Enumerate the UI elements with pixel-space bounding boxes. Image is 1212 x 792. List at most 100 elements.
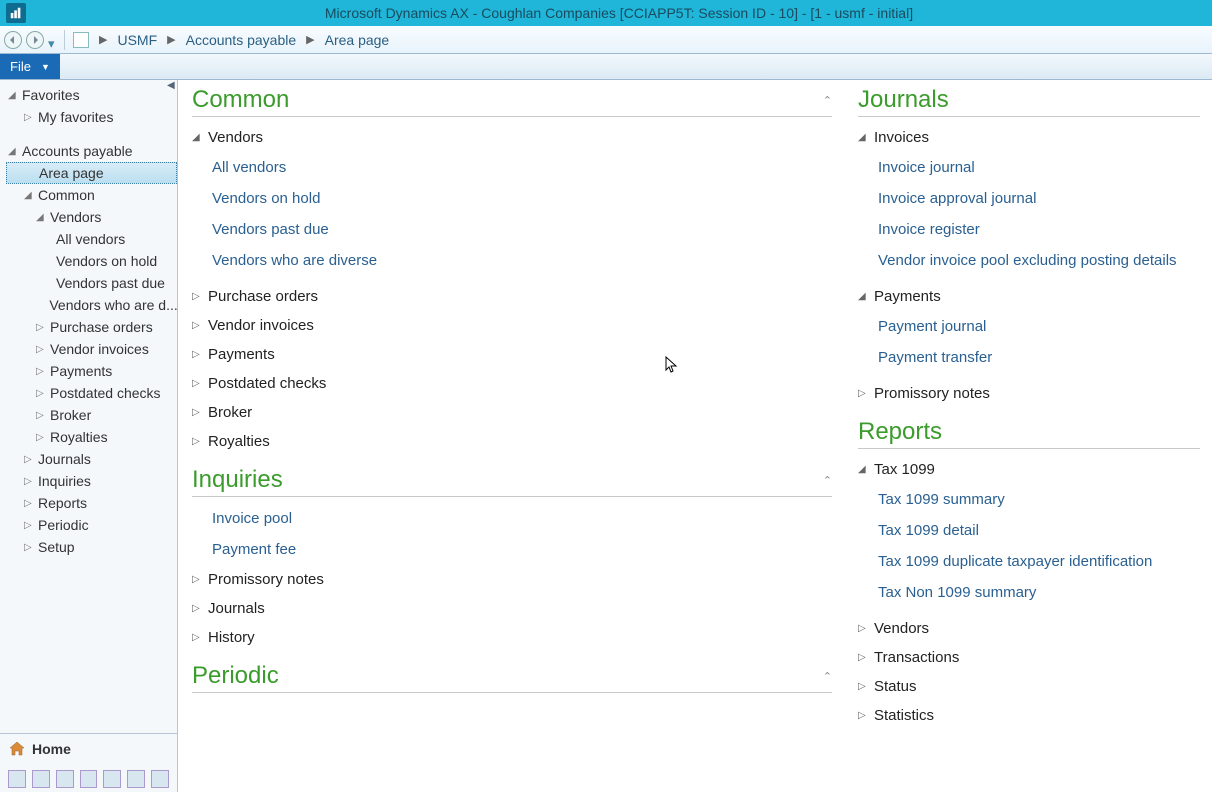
nav-back-button[interactable] bbox=[4, 31, 22, 49]
group-promissory-notes[interactable]: ▷Promissory notes bbox=[192, 565, 832, 594]
module-icon[interactable] bbox=[127, 770, 145, 788]
tree-vendors-on-hold[interactable]: ·Vendors on hold bbox=[6, 250, 177, 272]
group-label: Transactions bbox=[874, 649, 959, 666]
chevron-right-icon: ▶ bbox=[167, 33, 175, 46]
group-vendors: ◢Vendors All vendors Vendors on hold Ven… bbox=[192, 123, 832, 276]
tree-setup[interactable]: ▷Setup bbox=[6, 536, 177, 558]
module-icon[interactable] bbox=[56, 770, 74, 788]
tree-broker[interactable]: ▷Broker bbox=[6, 404, 177, 426]
group-header-payments-j[interactable]: ◢Payments bbox=[858, 282, 1200, 311]
group-label: Promissory notes bbox=[208, 571, 324, 588]
tree-all-vendors[interactable]: ·All vendors bbox=[6, 228, 177, 250]
tree-royalties[interactable]: ▷Royalties bbox=[6, 426, 177, 448]
link-all-vendors[interactable]: All vendors bbox=[192, 152, 832, 183]
nav-address-icon[interactable] bbox=[73, 32, 89, 48]
file-menu-button[interactable]: File ▼ bbox=[0, 54, 60, 79]
section-reports[interactable]: Reports bbox=[858, 418, 1200, 449]
group-r-statistics[interactable]: ▷Statistics bbox=[858, 701, 1200, 730]
tree-purchase-orders[interactable]: ▷Purchase orders bbox=[6, 316, 177, 338]
link-invoice-approval-journal[interactable]: Invoice approval journal bbox=[858, 183, 1200, 214]
tree-label: Vendors who are d... bbox=[49, 297, 177, 313]
home-button[interactable]: Home bbox=[8, 740, 169, 758]
tree-vendors-past-due[interactable]: ·Vendors past due bbox=[6, 272, 177, 294]
group-journals-inq[interactable]: ▷Journals bbox=[192, 594, 832, 623]
content-right-column: Journals ◢Invoices Invoice journal Invoi… bbox=[844, 80, 1212, 792]
tree-postdated-checks[interactable]: ▷Postdated checks bbox=[6, 382, 177, 404]
nav-forward-button[interactable] bbox=[26, 31, 44, 49]
section-inquiries[interactable]: Inquiries ⌃ bbox=[192, 466, 832, 497]
link-vendors-diverse[interactable]: Vendors who are diverse bbox=[192, 245, 832, 276]
group-r-transactions[interactable]: ▷Transactions bbox=[858, 643, 1200, 672]
tree-payments[interactable]: ▷Payments bbox=[6, 360, 177, 382]
collapse-icon[interactable]: ⌃ bbox=[823, 474, 832, 487]
breadcrumb-item[interactable]: Area page bbox=[325, 32, 390, 48]
group-history[interactable]: ▷History bbox=[192, 623, 832, 652]
group-vendor-invoices[interactable]: ▷Vendor invoices bbox=[192, 311, 832, 340]
section-journals[interactable]: Journals bbox=[858, 86, 1200, 117]
tree-favorites[interactable]: ◢Favorites bbox=[6, 84, 177, 106]
group-postdated-checks[interactable]: ▷Postdated checks bbox=[192, 369, 832, 398]
link-vendor-invoice-pool[interactable]: Vendor invoice pool excluding posting de… bbox=[858, 245, 1200, 276]
tree-label: Periodic bbox=[38, 517, 89, 533]
breadcrumb-item[interactable]: USMF bbox=[117, 32, 157, 48]
tree-area-page[interactable]: ·Area page bbox=[6, 162, 177, 184]
group-header-tax1099[interactable]: ◢Tax 1099 bbox=[858, 455, 1200, 484]
group-purchase-orders[interactable]: ▷Purchase orders bbox=[192, 282, 832, 311]
tree-journals[interactable]: ▷Journals bbox=[6, 448, 177, 470]
section-common[interactable]: Common ⌃ bbox=[192, 86, 832, 117]
tree-label: Favorites bbox=[22, 87, 80, 103]
module-icon[interactable] bbox=[103, 770, 121, 788]
module-icon[interactable] bbox=[151, 770, 169, 788]
link-invoice-register[interactable]: Invoice register bbox=[858, 214, 1200, 245]
group-r-vendors[interactable]: ▷Vendors bbox=[858, 614, 1200, 643]
tree-label: Journals bbox=[38, 451, 91, 467]
link-tax-non-1099[interactable]: Tax Non 1099 summary bbox=[858, 577, 1200, 608]
group-payments[interactable]: ▷Payments bbox=[192, 340, 832, 369]
link-tax1099-dup[interactable]: Tax 1099 duplicate taxpayer identificati… bbox=[858, 546, 1200, 577]
link-invoice-journal[interactable]: Invoice journal bbox=[858, 152, 1200, 183]
tree-my-favorites[interactable]: ▷My favorites bbox=[6, 106, 177, 128]
link-payment-transfer[interactable]: Payment transfer bbox=[858, 342, 1200, 373]
nav-bar: ▾ ▶ USMF ▶ Accounts payable ▶ Area page bbox=[0, 26, 1212, 54]
link-tax1099-summary[interactable]: Tax 1099 summary bbox=[858, 484, 1200, 515]
group-header-vendors[interactable]: ◢Vendors bbox=[192, 123, 832, 152]
sidebar-collapse-icon[interactable]: ◀ bbox=[167, 80, 177, 90]
module-icon[interactable] bbox=[80, 770, 98, 788]
link-payment-fee[interactable]: Payment fee bbox=[192, 534, 832, 565]
collapse-icon[interactable]: ⌃ bbox=[823, 670, 832, 683]
tree-label: Setup bbox=[38, 539, 75, 555]
tree-common[interactable]: ◢Common bbox=[6, 184, 177, 206]
tree-reports[interactable]: ▷Reports bbox=[6, 492, 177, 514]
tree-vendors[interactable]: ◢Vendors bbox=[6, 206, 177, 228]
section-label: Inquiries bbox=[192, 466, 283, 493]
module-icon[interactable] bbox=[32, 770, 50, 788]
link-payment-journal[interactable]: Payment journal bbox=[858, 311, 1200, 342]
link-invoice-pool[interactable]: Invoice pool bbox=[192, 503, 832, 534]
group-r-status[interactable]: ▷Status bbox=[858, 672, 1200, 701]
group-payments-j: ◢Payments Payment journal Payment transf… bbox=[858, 282, 1200, 373]
tree-label: Vendor invoices bbox=[50, 341, 149, 357]
home-label: Home bbox=[32, 741, 71, 757]
link-vendors-on-hold[interactable]: Vendors on hold bbox=[192, 183, 832, 214]
tree-periodic[interactable]: ▷Periodic bbox=[6, 514, 177, 536]
nav-history-dropdown[interactable]: ▾ bbox=[48, 36, 56, 44]
tree-vendor-invoices[interactable]: ▷Vendor invoices bbox=[6, 338, 177, 360]
breadcrumb-item[interactable]: Accounts payable bbox=[186, 32, 297, 48]
section-periodic[interactable]: Periodic ⌃ bbox=[192, 662, 832, 693]
section-label: Journals bbox=[858, 86, 949, 113]
group-label: Vendors bbox=[208, 129, 263, 146]
module-icon[interactable] bbox=[8, 770, 26, 788]
group-label: Broker bbox=[208, 404, 252, 421]
tree-label: Vendors past due bbox=[56, 275, 165, 291]
collapse-icon[interactable]: ⌃ bbox=[823, 94, 832, 107]
group-royalties[interactable]: ▷Royalties bbox=[192, 427, 832, 456]
link-vendors-past-due[interactable]: Vendors past due bbox=[192, 214, 832, 245]
link-tax1099-detail[interactable]: Tax 1099 detail bbox=[858, 515, 1200, 546]
tree-vendors-diverse[interactable]: ·Vendors who are d... bbox=[6, 294, 177, 316]
group-header-invoices[interactable]: ◢Invoices bbox=[858, 123, 1200, 152]
group-promissory-notes-j[interactable]: ▷Promissory notes bbox=[858, 379, 1200, 408]
tree-accounts-payable[interactable]: ◢Accounts payable bbox=[6, 140, 177, 162]
file-label: File bbox=[10, 59, 31, 74]
group-broker[interactable]: ▷Broker bbox=[192, 398, 832, 427]
tree-inquiries[interactable]: ▷Inquiries bbox=[6, 470, 177, 492]
